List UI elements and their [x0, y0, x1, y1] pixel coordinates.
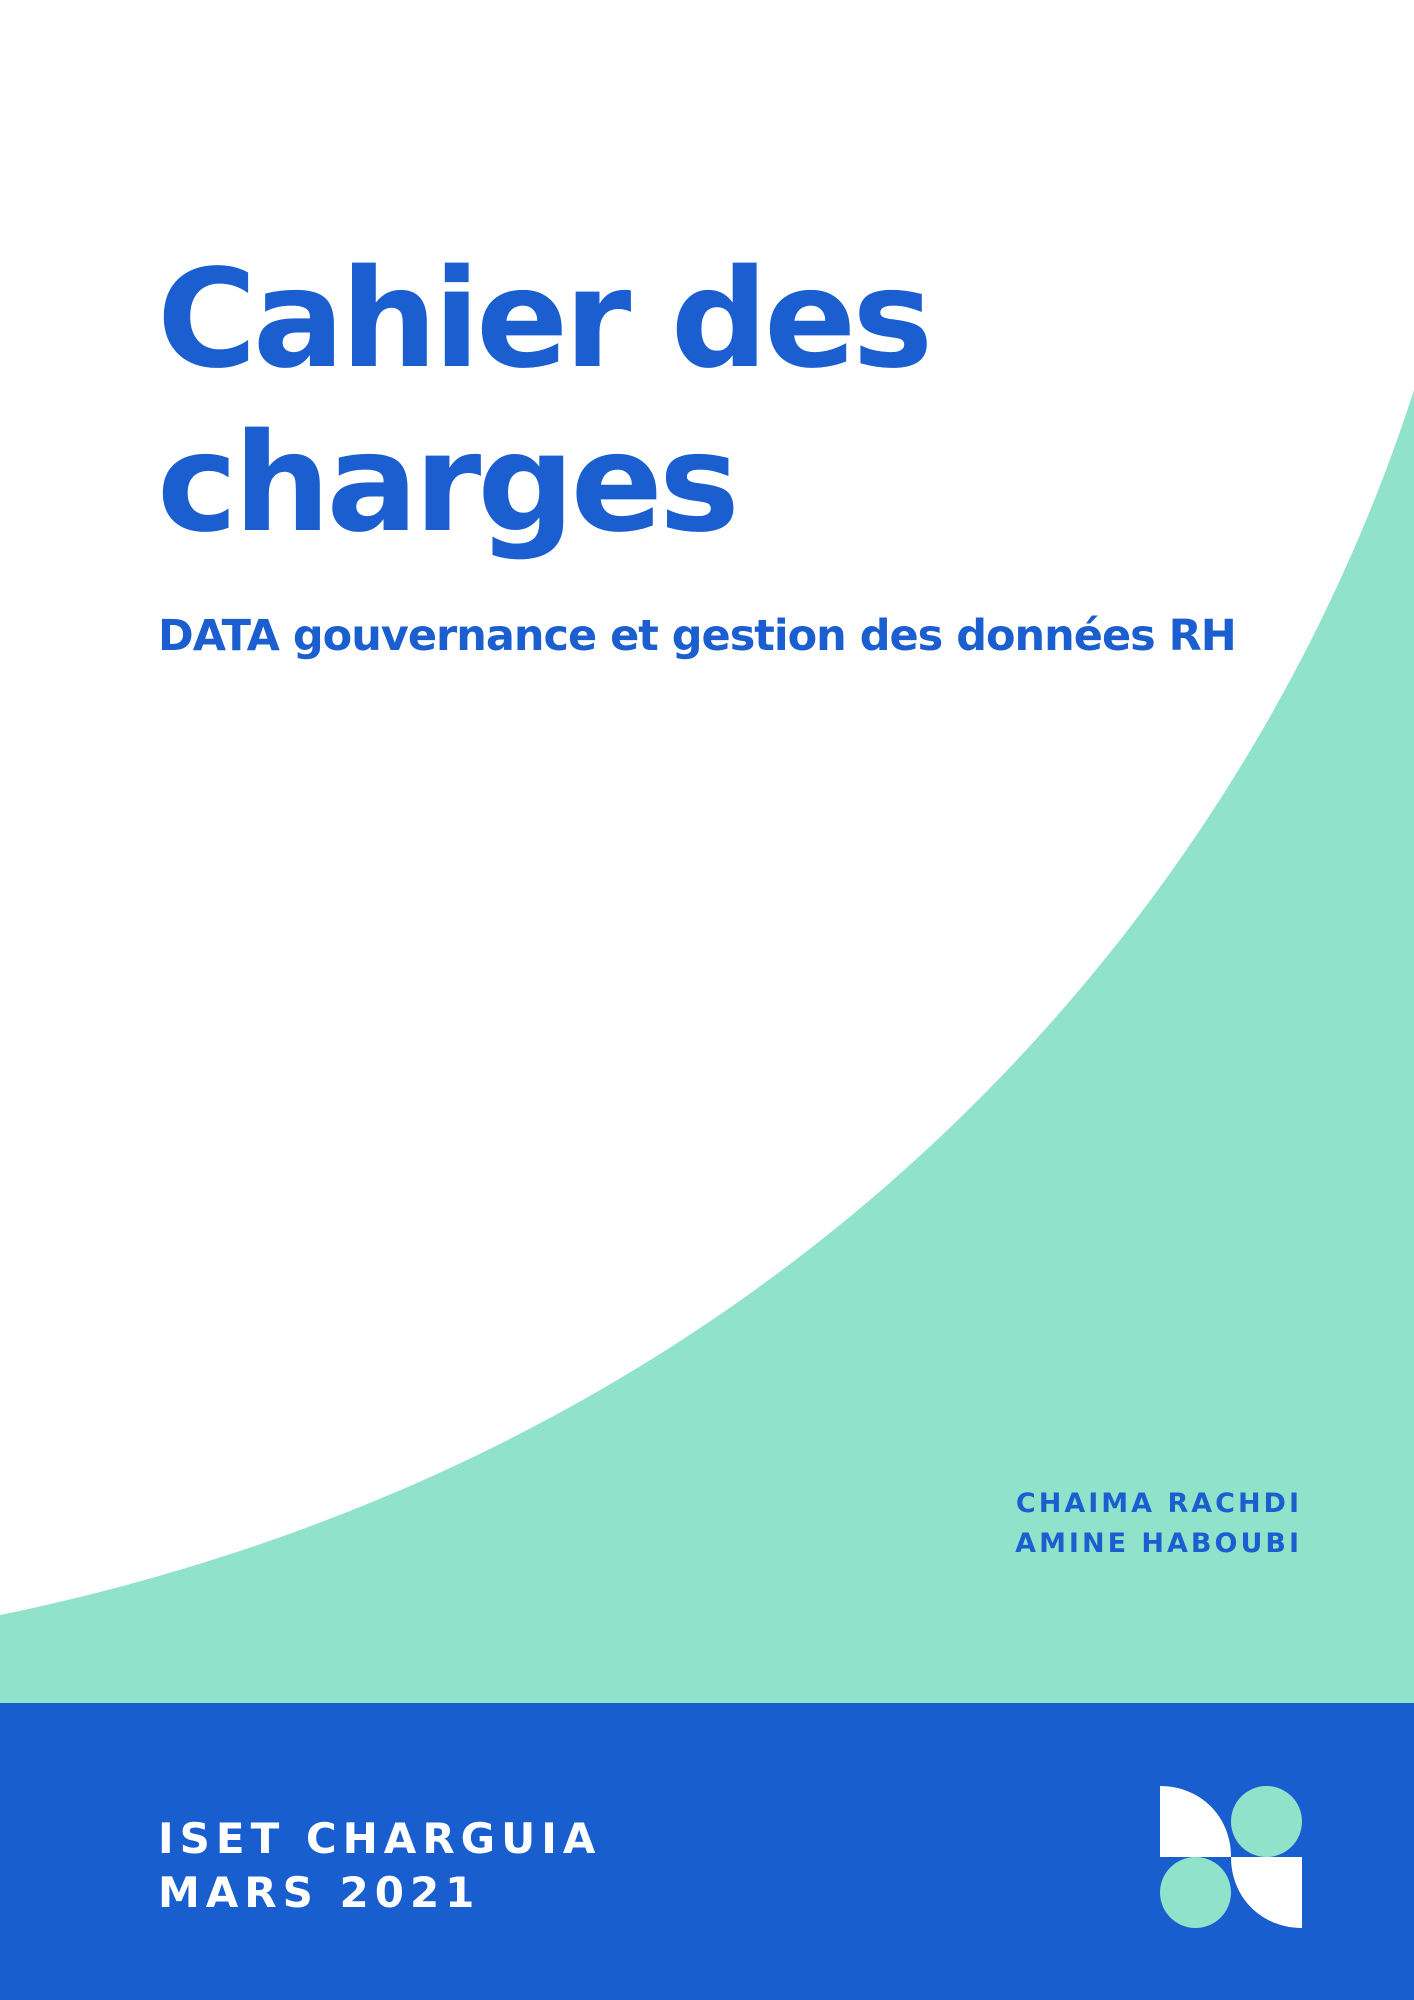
footer-info: ISET CHARGUIA MARS 2021: [158, 1812, 601, 1920]
geometric-logo-icon: [1160, 1786, 1302, 1928]
document-subtitle: DATA gouvernance et gestion des données …: [158, 611, 1237, 661]
author-name: AMINE HABOUBI: [1015, 1528, 1302, 1559]
document-title: Cahier des charges: [157, 238, 933, 566]
document-date: MARS 2021: [158, 1868, 481, 1917]
author-name: CHAIMA RACHDI: [1015, 1488, 1302, 1519]
title-line-2: charges: [157, 405, 740, 563]
authors-block: CHAIMA RACHDI AMINE HABOUBI: [1015, 1484, 1302, 1564]
institution-name: ISET CHARGUIA: [158, 1814, 602, 1863]
title-line-1: Cahier des: [157, 241, 933, 399]
